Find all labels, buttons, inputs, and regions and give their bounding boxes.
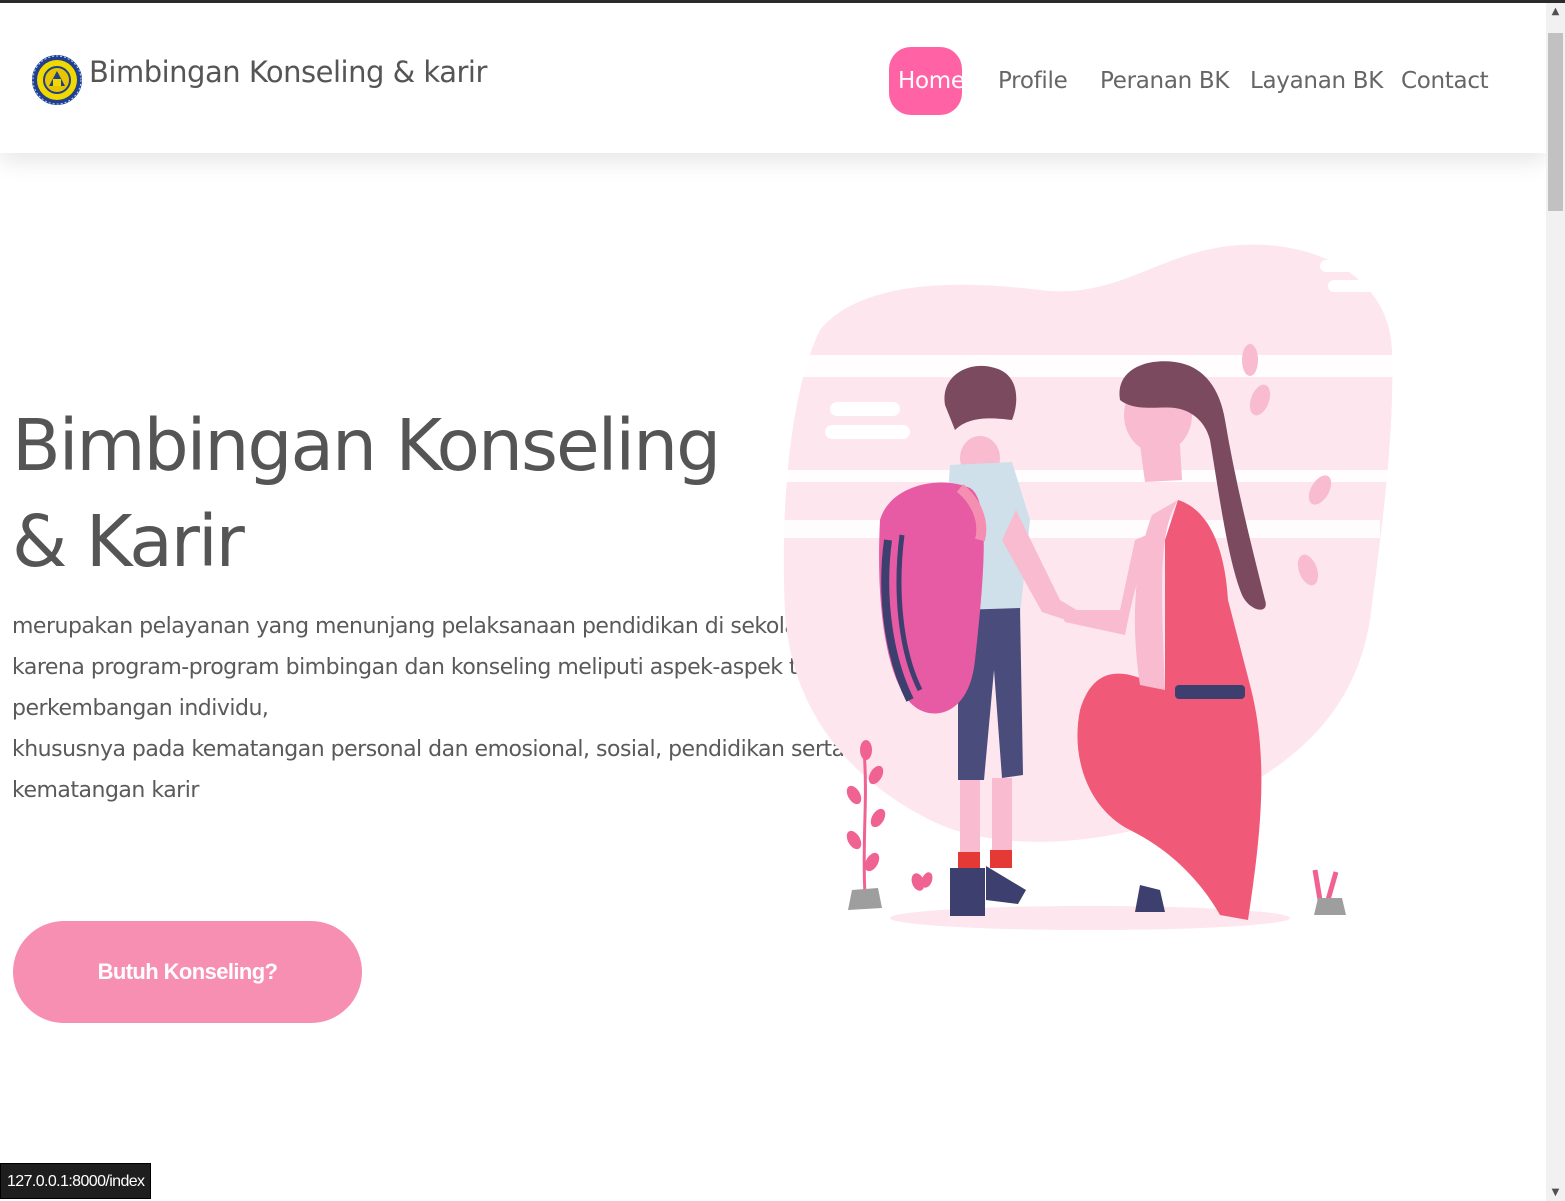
hero-description-line: perkembangan individu, xyxy=(12,696,269,721)
vertical-scrollbar[interactable]: ▲ ▼ xyxy=(1546,3,1565,1201)
hero-description: merupakan pelayanan yang menunjang pelak… xyxy=(12,606,848,811)
hero-title-line-1: Bimbingan Konseling xyxy=(12,404,721,487)
butuh-konseling-button[interactable]: Butuh Konseling? xyxy=(13,921,362,1023)
school-emblem-icon[interactable] xyxy=(31,41,83,119)
scroll-thumb[interactable] xyxy=(1548,33,1563,211)
hero-description-line: kematangan karir xyxy=(12,778,199,803)
hero-title: Bimbingan Konseling & Karir xyxy=(12,398,721,590)
hero-description-line: khususnya pada kematangan personal dan e… xyxy=(12,737,845,762)
nav-layanan-bk[interactable]: Layanan BK xyxy=(1250,47,1383,115)
nav-peranan-bk[interactable]: Peranan BK xyxy=(1100,47,1229,115)
link-status-bar: 127.0.0.1:8000/index xyxy=(0,1163,152,1199)
hero-title-line-2: & Karir xyxy=(12,500,245,583)
hero-description-line: merupakan pelayanan yang menunjang pelak… xyxy=(12,614,818,639)
navbar: Bimbingan Konseling & karir Home Profile… xyxy=(0,3,1546,153)
nav-home[interactable]: Home xyxy=(889,47,965,115)
nav-contact[interactable]: Contact xyxy=(1401,47,1489,115)
scroll-up-icon[interactable]: ▲ xyxy=(1546,3,1565,20)
scroll-down-icon[interactable]: ▼ xyxy=(1546,1184,1565,1201)
mother-and-child-illustration xyxy=(780,244,1400,930)
brand-title[interactable]: Bimbingan Konseling & karir xyxy=(89,55,487,89)
nav-profile[interactable]: Profile xyxy=(998,47,1068,115)
hero-description-line: karena program-program bimbingan dan kon… xyxy=(12,655,848,680)
